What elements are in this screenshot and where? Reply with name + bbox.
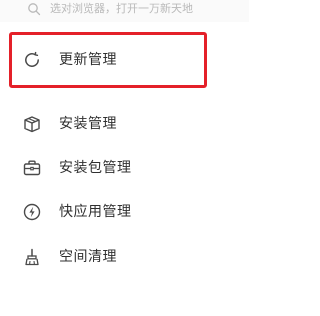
menu-item-label: 安装管理 <box>59 116 117 132</box>
package-install-icon <box>24 116 40 133</box>
search-placeholder: 选对浏览器，打开一万新天地 <box>50 2 193 15</box>
menu-item-label: 快应用管理 <box>59 204 132 220</box>
menu-item-install-management[interactable]: 安装管理 <box>0 102 249 146</box>
briefcase-icon <box>23 160 41 176</box>
lightning-icon <box>23 203 41 221</box>
menu-item-storage-cleanup[interactable]: 空间清理 <box>0 235 249 279</box>
search-bar[interactable]: 选对浏览器，打开一万新天地 <box>0 0 249 22</box>
app-manager-menu-screen: 选对浏览器，打开一万新天地 更新管理 安装管理 安装包管理 快应用管理 空间清理 <box>0 0 249 316</box>
menu-item-label: 更新管理 <box>59 52 117 68</box>
menu-item-label: 安装包管理 <box>59 160 132 176</box>
menu-item-quick-app-management[interactable]: 快应用管理 <box>0 190 249 234</box>
search-icon <box>28 3 41 16</box>
refresh-icon <box>25 51 39 67</box>
menu-item-label: 空间清理 <box>59 249 117 265</box>
broom-icon <box>25 248 39 266</box>
menu-item-package-management[interactable]: 安装包管理 <box>0 146 249 190</box>
menu-item-update-management[interactable]: 更新管理 <box>0 38 249 82</box>
